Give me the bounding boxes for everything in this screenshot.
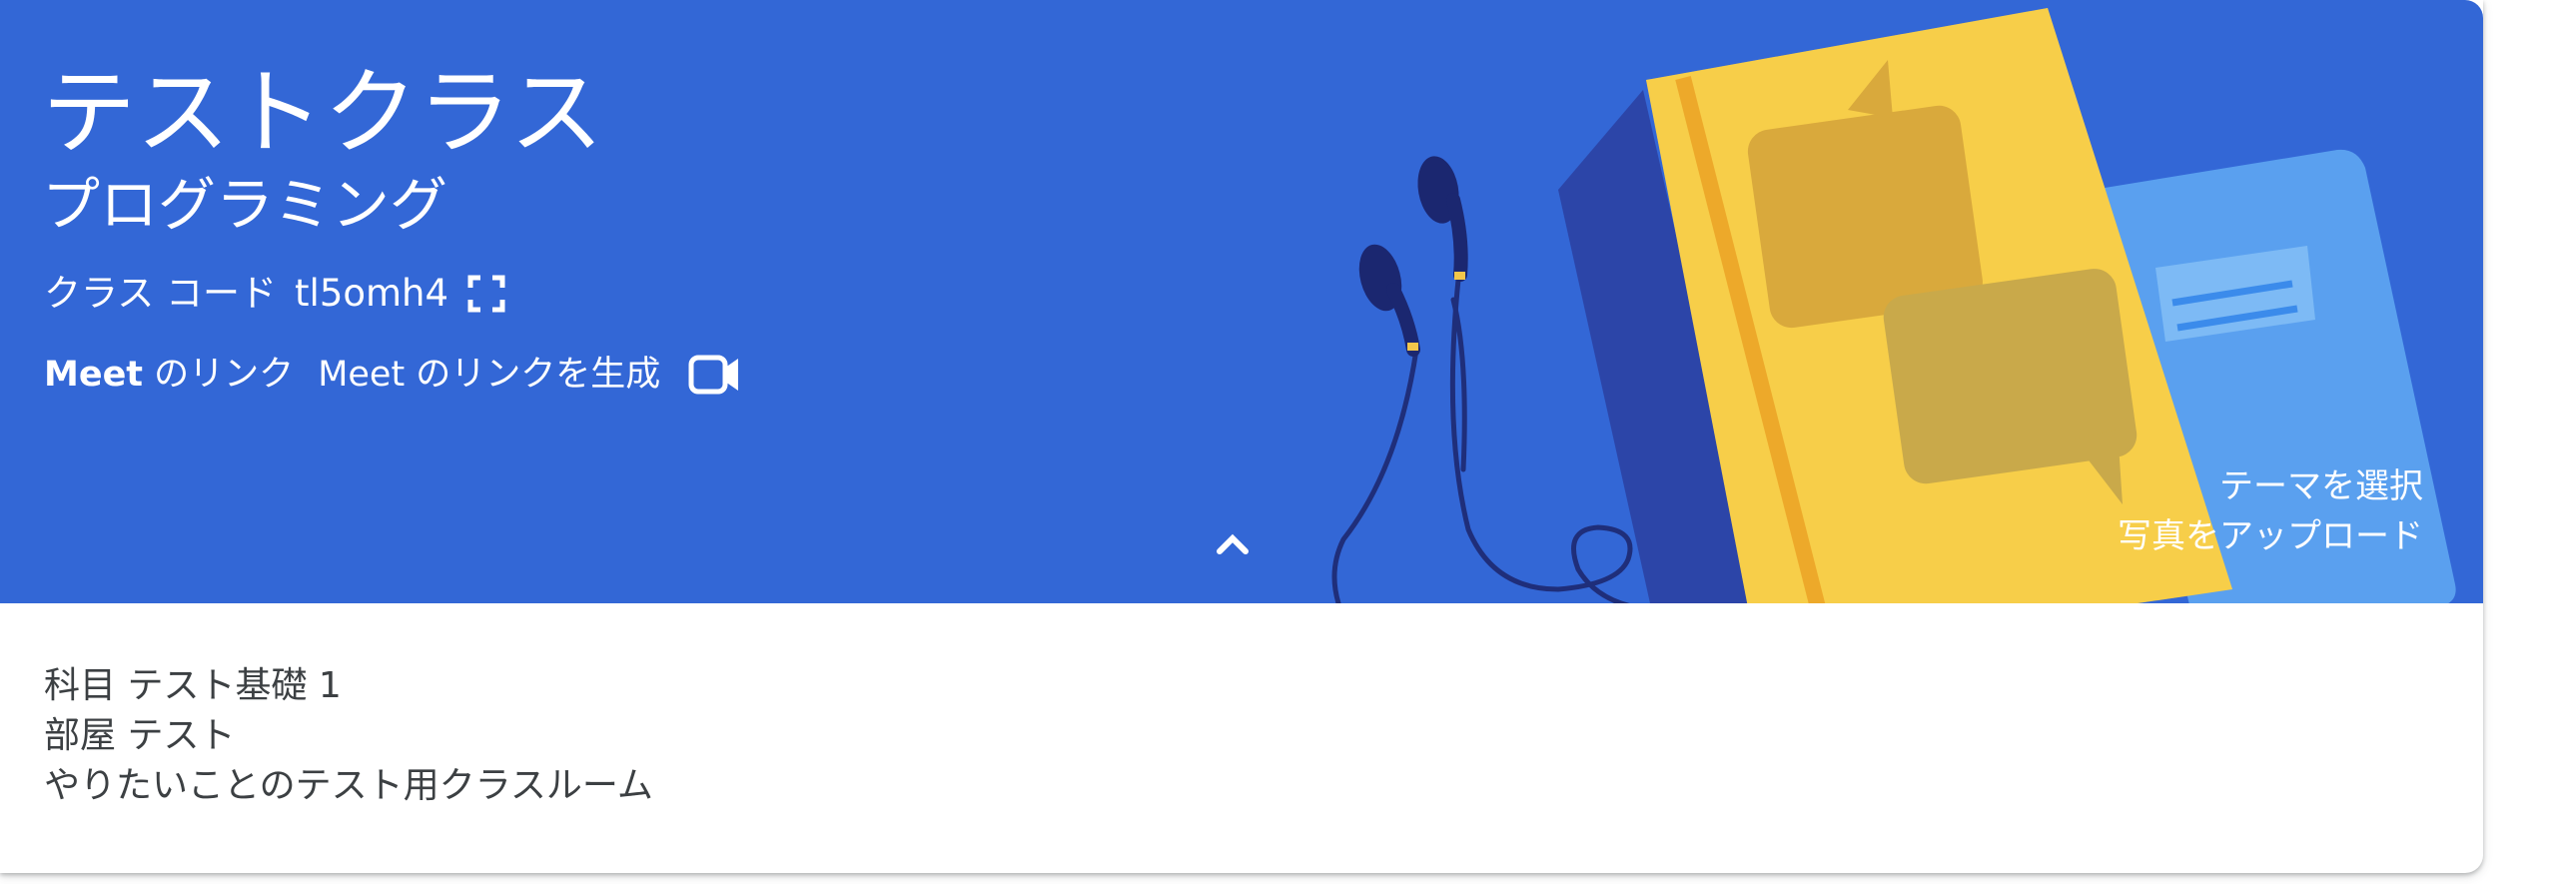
class-title: テストクラス	[42, 59, 604, 168]
class-subject: 科目 テスト基礎 1	[44, 665, 342, 706]
meet-generate-link[interactable]: Meet のリンクを生成	[318, 348, 660, 402]
theme-links: テーマを選択 写真をアップロード	[2118, 461, 2423, 561]
class-header-card: テストクラス プログラミング クラス コード tl5omh4 Meet のリンク…	[0, 0, 2483, 873]
class-code-value: tl5omh4	[295, 272, 449, 315]
video-camera-icon[interactable]	[688, 354, 742, 396]
class-code-label: クラス コード	[44, 272, 278, 315]
chevron-up-icon[interactable]	[1208, 519, 1258, 569]
meet-link-row: Meet のリンク Meet のリンクを生成	[44, 348, 742, 402]
class-room: 部屋 テスト	[44, 715, 236, 756]
class-code-row: クラス コード tl5omh4	[44, 268, 506, 320]
meet-link-label: Meet のリンク	[44, 355, 295, 395]
class-banner: テストクラス プログラミング クラス コード tl5omh4 Meet のリンク…	[0, 0, 2483, 603]
upload-photo-link[interactable]: 写真をアップロード	[2118, 511, 2423, 561]
fullscreen-icon[interactable]	[466, 274, 506, 314]
class-section: プログラミング	[42, 171, 448, 239]
class-description: やりたいことのテスト用クラスルーム	[44, 765, 653, 806]
select-theme-link[interactable]: テーマを選択	[2118, 461, 2423, 511]
class-details: 科目 テスト基礎 1 部屋 テスト やりたいことのテスト用クラスルーム	[44, 661, 653, 811]
